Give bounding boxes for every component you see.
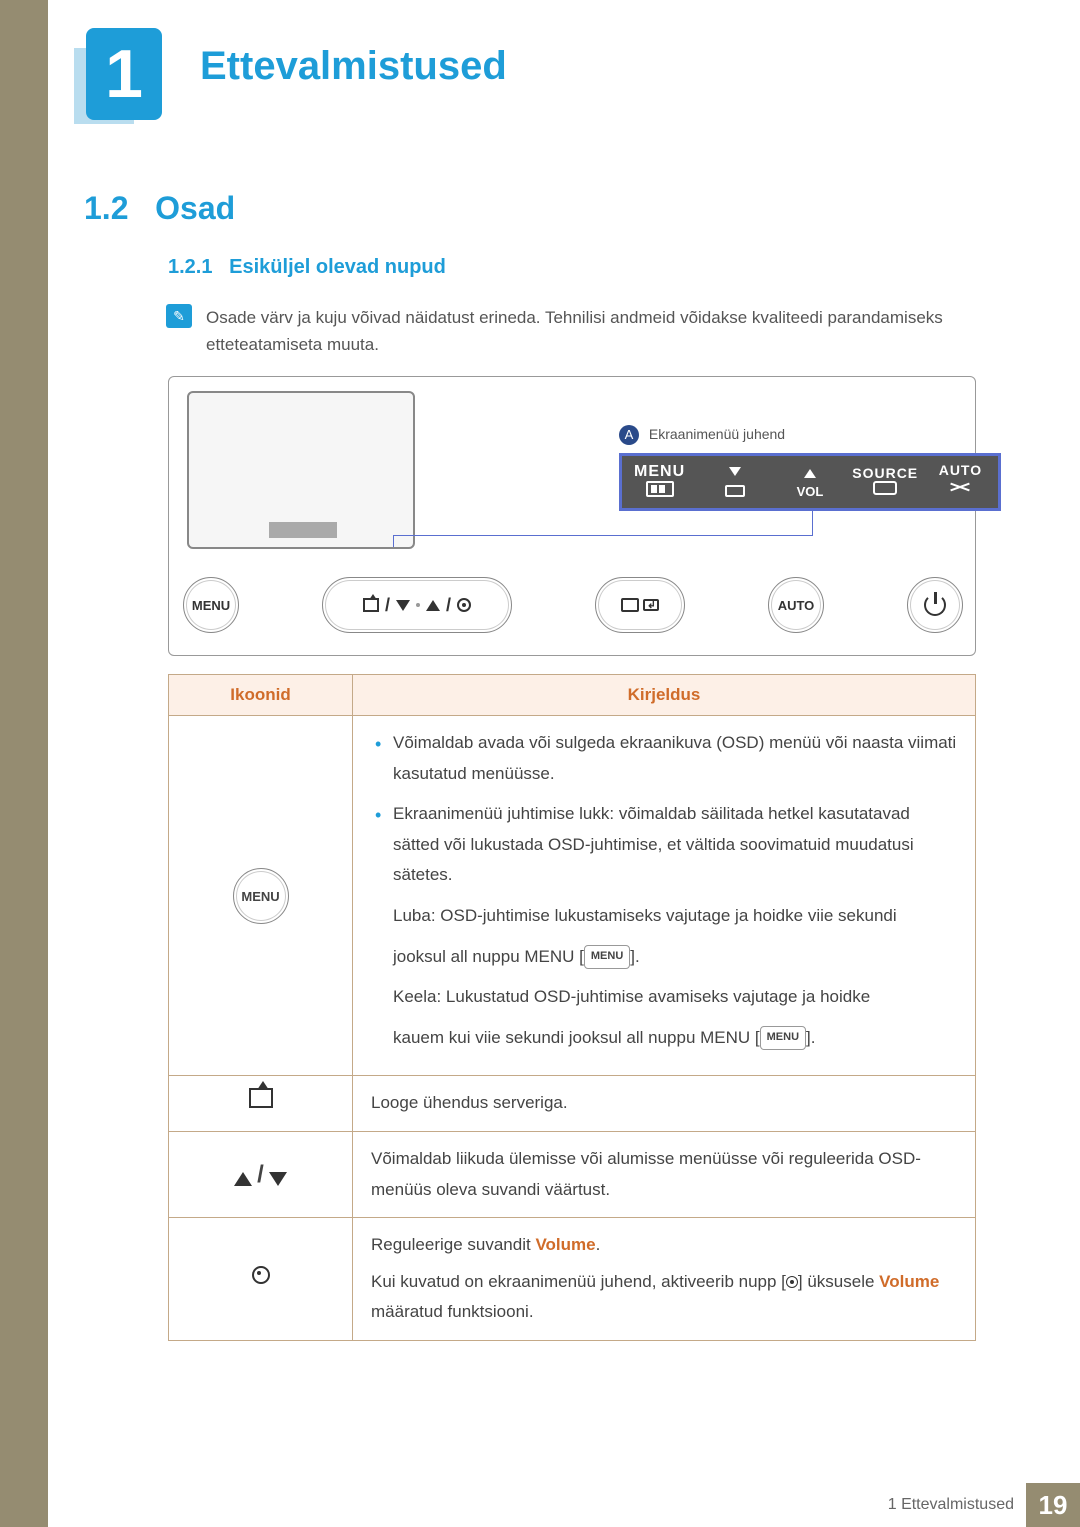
- slash-text: /: [446, 595, 451, 616]
- triangle-up-icon: [426, 600, 440, 611]
- box-icon: [725, 485, 745, 497]
- menu-keela-post-post: ].: [806, 1028, 815, 1047]
- section-heading: 1.2 Osad: [84, 190, 235, 227]
- cell-menu-desc: Võimaldab avada või sulgeda ekraanikuva …: [353, 716, 976, 1076]
- target-l1-post: .: [596, 1235, 601, 1254]
- upload-icon: [249, 1088, 273, 1108]
- chapter-number-tab: 1: [86, 28, 162, 120]
- osd-guide-label: A Ekraanimenüü juhend: [619, 425, 785, 445]
- osd-guide-panel: MENU VOL SOURCE AUTO: [619, 453, 1001, 511]
- triangle-down-icon: [396, 600, 410, 611]
- menu-inline-icon: MENU: [760, 1026, 806, 1050]
- target-icon: [457, 598, 471, 612]
- triangle-up-icon: [234, 1172, 252, 1186]
- cell-upload-desc: Looge ühendus serveriga.: [353, 1076, 976, 1132]
- menu-li2-text: Ekraanimenüü juhtimise lukk: võimaldab s…: [393, 804, 914, 884]
- cell-target-desc: Reguleerige suvandit Volume. Kui kuvatud…: [353, 1218, 976, 1341]
- menu-li1: Võimaldab avada või sulgeda ekraanikuva …: [371, 728, 957, 789]
- slash-text: /: [257, 1161, 264, 1188]
- menu-keela-post-pre: kauem kui viie sekundi jooksul all nuppu…: [393, 1028, 760, 1047]
- connector-line-v2: [393, 535, 394, 547]
- source-button-group: [595, 577, 685, 633]
- upload-icon: [363, 598, 379, 612]
- th-icons: Ikoonid: [169, 675, 353, 716]
- target-inline-icon: [786, 1276, 798, 1288]
- menu-keela-pre: Keela: Lukustatud OSD-juhtimise avamisek…: [393, 987, 870, 1006]
- menu-button: MENU: [183, 577, 239, 633]
- menu-li2: Ekraanimenüü juhtimise lukk: võimaldab s…: [371, 799, 957, 1053]
- triangle-up-icon: [804, 469, 816, 478]
- nav-button-group: / /: [322, 577, 512, 633]
- footer-chapter-ref: 1 Ettevalmistused: [888, 1496, 1026, 1514]
- subsection-number: 1.2.1: [168, 256, 212, 278]
- auto-cross-icon: [950, 478, 970, 498]
- note-text: Osade värv ja kuju võivad näidatust erin…: [206, 304, 976, 358]
- menu-luba-pre: Luba: OSD-juhtimise lukustamiseks vajuta…: [393, 906, 897, 925]
- source-return-icon: [643, 599, 659, 611]
- panel-down: [697, 463, 772, 501]
- panel-menu-label: MENU: [622, 463, 697, 481]
- panel-source: SOURCE: [848, 465, 923, 499]
- target-l2-vol: Volume: [879, 1272, 939, 1291]
- triangle-down-icon: [269, 1172, 287, 1186]
- monitor-icon: [621, 598, 639, 612]
- target-l1-pre: Reguleerige suvandit: [371, 1235, 535, 1254]
- guide-marker-a: A: [619, 425, 639, 445]
- monitor-stand: [269, 522, 337, 540]
- th-desc: Kirjeldus: [353, 675, 976, 716]
- cell-upload-icon: [169, 1076, 353, 1132]
- section-number: 1.2: [84, 190, 128, 226]
- icons-description-table: Ikoonid Kirjeldus MENU Võimaldab avada v…: [168, 674, 976, 1341]
- chapter-title: Ettevalmistused: [200, 44, 507, 89]
- power-icon: [924, 594, 946, 616]
- front-buttons-row: MENU / / AUTO: [183, 577, 963, 633]
- dot-icon: [416, 603, 420, 607]
- auto-button: AUTO: [768, 577, 824, 633]
- menu-inline-icon: MENU: [584, 945, 630, 969]
- cell-target-icon: [169, 1218, 353, 1341]
- subsection-title: Esiküljel olevad nupud: [229, 256, 446, 278]
- panel-auto: AUTO: [923, 462, 998, 502]
- page-footer: 1 Ettevalmistused 19: [0, 1483, 1080, 1527]
- target-l2-post: ] üksusele: [798, 1272, 879, 1291]
- power-button: [907, 577, 963, 633]
- menu-bars-icon: [646, 481, 674, 497]
- side-strip: [0, 0, 48, 1527]
- diagram-box: A Ekraanimenüü juhend MENU VOL SOURCE AU…: [168, 376, 976, 656]
- triangle-down-icon: [729, 467, 741, 476]
- cell-updown-desc: Võimaldab liikuda ülemisse või alumisse …: [353, 1131, 976, 1217]
- target-l2-pre: Kui kuvatud on ekraanimenüü juhend, akti…: [371, 1272, 786, 1291]
- section-title: Osad: [155, 190, 235, 226]
- enter-icon: [873, 481, 897, 495]
- target-icon: [252, 1266, 270, 1284]
- target-l1-vol: Volume: [535, 1235, 595, 1254]
- slash-text: /: [385, 595, 390, 616]
- footer-page-number: 19: [1026, 1483, 1080, 1527]
- panel-menu: MENU: [622, 463, 697, 501]
- note-icon: ✎: [166, 304, 192, 328]
- menu-luba-post-pre: jooksul all nuppu MENU [: [393, 947, 584, 966]
- menu-luba-post-post: ].: [630, 947, 639, 966]
- connector-line-h: [393, 535, 813, 536]
- panel-auto-label: AUTO: [923, 462, 998, 478]
- cell-menu-icon: MENU: [169, 716, 353, 1076]
- panel-source-label: SOURCE: [848, 465, 923, 481]
- target-l2-end: määratud funktsiooni.: [371, 1302, 534, 1321]
- connector-line: [812, 511, 813, 535]
- cell-updown-icon: /: [169, 1131, 353, 1217]
- menu-round-icon: MENU: [233, 868, 289, 924]
- panel-up: VOL: [772, 465, 847, 499]
- guide-text: Ekraanimenüü juhend: [649, 426, 785, 442]
- panel-vol-label: VOL: [772, 484, 847, 499]
- subsection-heading: 1.2.1 Esiküljel olevad nupud: [168, 256, 446, 279]
